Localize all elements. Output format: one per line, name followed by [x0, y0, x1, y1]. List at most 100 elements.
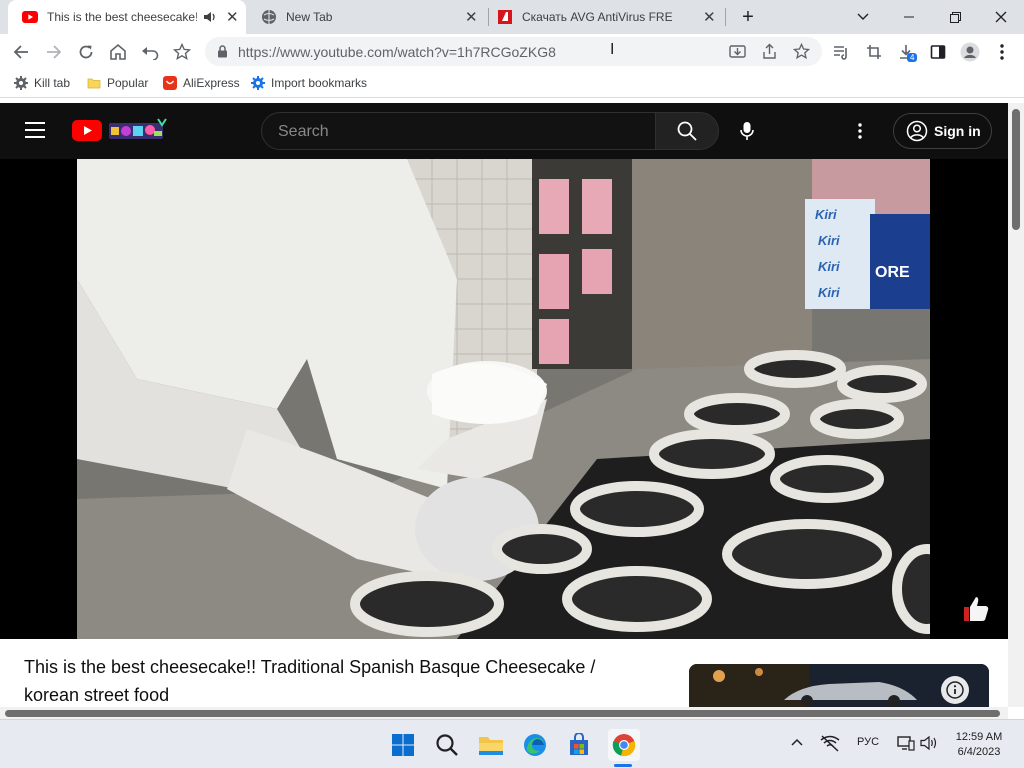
windows-start-icon[interactable] — [388, 730, 418, 760]
horizontal-scrollbar-thumb[interactable] — [5, 710, 1000, 717]
folder-icon — [87, 78, 101, 89]
media-control-icon[interactable] — [830, 40, 854, 64]
clock-date: 6/4/2023 — [957, 746, 1001, 758]
microsoft-store-icon[interactable] — [564, 730, 594, 760]
video-title: This is the best cheesecake!! Traditiona… — [24, 657, 596, 705]
video-info: This is the best cheesecake!! Traditiona… — [0, 639, 1008, 707]
file-explorer-icon[interactable] — [476, 730, 506, 760]
hamburger-menu-icon[interactable] — [24, 121, 46, 139]
edge-browser-icon[interactable] — [520, 730, 550, 760]
url-text[interactable]: https://www.youtube.com/watch?v=1h7RCGoZ… — [238, 44, 556, 60]
tab-new-tab[interactable]: New Tab ✕ — [247, 0, 487, 34]
info-icon[interactable] — [941, 676, 969, 704]
new-tab-plus-icon[interactable]: + — [737, 6, 759, 28]
tray-overflow-chevron-icon[interactable] — [791, 738, 803, 746]
address-bar[interactable]: https://www.youtube.com/watch?v=1h7RCGoZ… — [205, 37, 822, 66]
tab-close-icon[interactable]: ✕ — [465, 8, 478, 26]
reload-icon[interactable] — [74, 40, 98, 64]
download-count-badge: 4 — [907, 53, 918, 62]
globe-icon — [262, 10, 276, 24]
vertical-scrollbar-thumb[interactable] — [1012, 109, 1020, 230]
bookmark-star-icon[interactable] — [793, 43, 810, 60]
text-cursor-icon: I — [610, 41, 615, 58]
voice-search-button[interactable] — [729, 113, 765, 149]
ad-thumbnail[interactable] — [689, 664, 989, 707]
forward-arrow-icon[interactable] — [42, 40, 66, 64]
microphone-icon — [740, 122, 754, 140]
search-button[interactable] — [655, 112, 719, 150]
tab-title: New Tab — [286, 10, 333, 24]
star-bookmark-icon[interactable] — [170, 40, 194, 64]
close-icon[interactable] — [978, 0, 1024, 34]
youtube-icon — [22, 11, 38, 23]
gear-icon — [14, 76, 28, 90]
bookmark-label: AliExpress — [183, 76, 240, 90]
tab-search-chevron-icon[interactable] — [840, 0, 886, 34]
tab-title: This is the best cheesecake!! Traditiona… — [47, 10, 197, 24]
menu-kebab-icon[interactable] — [990, 40, 1014, 64]
sign-in-button[interactable]: Sign in — [893, 113, 992, 149]
clock-time: 12:59 AM — [955, 731, 1003, 743]
frame-label: Kiri — [818, 285, 840, 300]
youtube-logo[interactable] — [72, 120, 102, 141]
undo-icon[interactable] — [138, 40, 162, 64]
horizontal-scrollbar[interactable] — [0, 707, 1008, 719]
downloads-icon[interactable]: 4 — [894, 40, 918, 64]
language-indicator[interactable]: РУС — [857, 736, 879, 748]
search-input[interactable]: Search — [261, 112, 656, 150]
tab-avg[interactable]: Скачать AVG AntiVirus FREE ✕ — [483, 0, 723, 34]
taskbar-search-icon[interactable] — [432, 730, 462, 760]
youtube-logo-icon — [72, 120, 102, 141]
share-icon[interactable] — [761, 43, 778, 60]
youtube-doodle-icon[interactable] — [108, 117, 168, 143]
bookmark-popular-folder[interactable]: Popular — [87, 76, 148, 90]
active-app-indicator — [614, 764, 632, 767]
sign-in-label: Sign in — [934, 123, 981, 139]
maximize-icon[interactable] — [932, 0, 978, 34]
bookmark-import[interactable]: Import bookmarks — [251, 76, 367, 90]
video-player[interactable]: Kiri Kiri Kiri Kiri ORE — [0, 159, 1008, 639]
display-settings-icon[interactable] — [897, 735, 915, 751]
tab-separator — [725, 8, 726, 26]
crop-icon[interactable] — [862, 40, 886, 64]
tab-youtube[interactable]: This is the best cheesecake!! Traditiona… — [8, 0, 246, 34]
tab-close-icon[interactable]: ✕ — [703, 8, 716, 26]
bookmark-label: Import bookmarks — [271, 76, 368, 90]
bookmark-kill-tab[interactable]: Kill tab — [14, 76, 70, 90]
tab-close-icon[interactable]: ✕ — [226, 8, 239, 26]
search-placeholder: Search — [278, 123, 329, 140]
chrome-taskbar-icon[interactable] — [608, 729, 640, 761]
thumbs-up-icon[interactable] — [960, 593, 992, 625]
video-frame-image: Kiri Kiri Kiri Kiri ORE — [77, 159, 930, 639]
bookmark-label: Kill tab — [34, 76, 71, 90]
tab-title: Скачать AVG AntiVirus FREE — [522, 10, 672, 24]
windows-taskbar: РУС 12:59 AM 6/4/2023 — [0, 719, 1024, 768]
tab-strip: This is the best cheesecake!! Traditiona… — [0, 0, 1024, 34]
home-icon[interactable] — [106, 40, 130, 64]
audio-playing-icon[interactable] — [203, 11, 217, 23]
lock-icon[interactable] — [217, 45, 228, 58]
settings-kebab-icon[interactable] — [858, 123, 862, 139]
profile-avatar-icon[interactable] — [958, 40, 982, 64]
search-icon — [677, 121, 697, 141]
aliexpress-icon — [163, 76, 177, 90]
install-app-icon[interactable] — [729, 43, 746, 60]
account-icon — [906, 120, 928, 142]
frame-label: Kiri — [818, 259, 840, 274]
gear-blue-icon — [251, 76, 265, 90]
side-panel-icon[interactable] — [926, 40, 950, 64]
back-arrow-icon[interactable] — [9, 40, 33, 64]
minimize-icon[interactable] — [886, 0, 932, 34]
frame-label: Kiri — [815, 207, 837, 222]
bookmarks-bar: Kill tab Popular AliExpress Import bookm… — [0, 70, 1024, 98]
vertical-scrollbar[interactable] — [1008, 103, 1024, 707]
video-frame[interactable]: Kiri Kiri Kiri Kiri ORE — [77, 159, 930, 639]
bookmark-aliexpress[interactable]: AliExpress — [163, 76, 240, 90]
browser-toolbar: https://www.youtube.com/watch?v=1h7RCGoZ… — [0, 34, 1024, 70]
avg-icon — [498, 10, 512, 24]
bookmark-label: Popular — [107, 76, 149, 90]
speaker-volume-icon[interactable] — [920, 735, 938, 751]
system-clock[interactable]: 12:59 AM 6/4/2023 — [938, 730, 1020, 760]
frame-label: ORE — [875, 264, 910, 281]
network-offline-icon[interactable] — [820, 734, 840, 752]
